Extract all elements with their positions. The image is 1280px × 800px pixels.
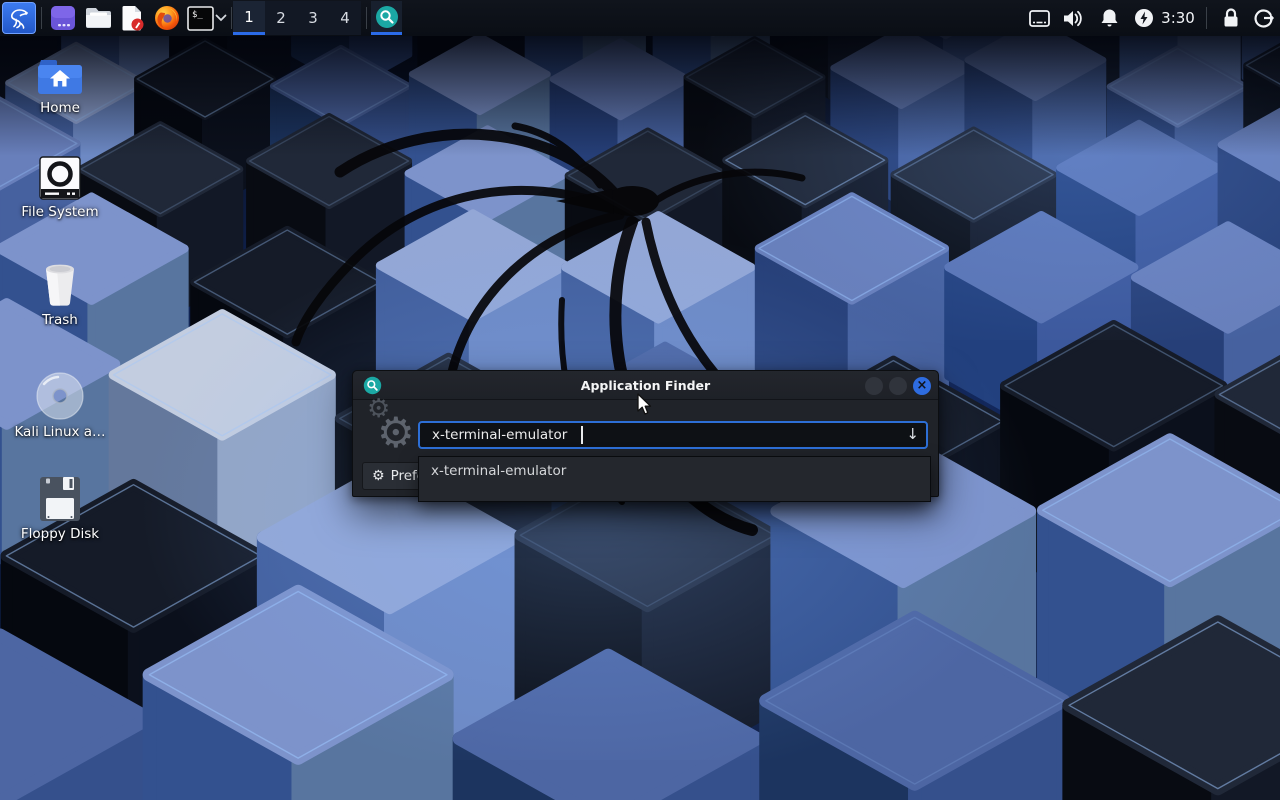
panel-separator — [1206, 7, 1207, 29]
file-manager-launcher[interactable] — [83, 0, 113, 36]
logout-icon — [1254, 8, 1274, 28]
volume-item[interactable] — [1060, 0, 1086, 36]
power-manager-item[interactable] — [1131, 0, 1157, 36]
minimize-button[interactable] — [865, 377, 883, 395]
window-title: Application Finder — [353, 378, 938, 393]
chevron-down-icon — [215, 14, 227, 22]
terminal-launcher[interactable]: $_ — [186, 0, 214, 36]
search-icon — [375, 5, 399, 29]
logout-button[interactable] — [1250, 0, 1278, 36]
lock-screen-button[interactable] — [1218, 0, 1244, 36]
power-icon — [1134, 8, 1154, 28]
bell-icon — [1100, 8, 1119, 28]
desktop: $_ 1 2 3 4 — [0, 0, 1280, 800]
terminal-icon: $_ — [187, 6, 214, 31]
desktop-icon-label: Home — [12, 100, 108, 116]
application-finder-window: Application Finder × ⚙ ⚙ ↓ x-terminal-em… — [352, 370, 939, 497]
desktop-icon-label: Trash — [12, 312, 108, 328]
search-results-dropdown: x-terminal-emulator — [418, 456, 931, 502]
desktop-icon-file-system[interactable]: File System — [12, 156, 108, 220]
terminal-dropdown-toggle[interactable] — [213, 0, 229, 36]
desktop-icon-floppy-disk[interactable]: Floppy Disk — [12, 476, 108, 542]
desktop-icon-label: Kali Linux a… — [12, 424, 108, 440]
floppy-disk-icon — [12, 476, 108, 522]
firefox-icon — [154, 5, 180, 31]
trash-bin-icon — [12, 262, 108, 308]
panel-separator — [366, 7, 367, 29]
desktop-icon-home[interactable]: Home — [12, 58, 108, 116]
firefox-launcher[interactable] — [152, 0, 182, 36]
top-panel: $_ 1 2 3 4 — [0, 0, 1280, 36]
result-item[interactable]: x-terminal-emulator — [419, 457, 930, 485]
panel-separator — [41, 7, 42, 29]
lock-icon — [1222, 8, 1240, 28]
desktop-icon-label: Floppy Disk — [12, 526, 108, 542]
maximize-button[interactable] — [889, 377, 907, 395]
svg-text:$_: $_ — [192, 10, 203, 20]
document-edit-icon — [121, 5, 145, 31]
clock[interactable]: 3:30 — [1158, 0, 1198, 36]
combo-dropdown-arrow[interactable]: ↓ — [906, 425, 919, 443]
taskbar-application-finder-button[interactable] — [371, 1, 402, 35]
workspace-button-3[interactable]: 3 — [297, 1, 329, 35]
display-icon — [1029, 10, 1050, 27]
volume-icon — [1062, 9, 1084, 28]
search-input[interactable] — [418, 421, 928, 449]
text-editor-launcher[interactable] — [118, 0, 148, 36]
window-apps-launcher[interactable] — [48, 0, 78, 36]
text-caret — [581, 426, 583, 444]
close-button[interactable]: × — [913, 377, 931, 395]
mouse-cursor — [637, 393, 657, 421]
notifications-item[interactable] — [1096, 0, 1122, 36]
desktop-icon-label: File System — [12, 204, 108, 220]
kali-dragon-icon — [7, 6, 31, 30]
workspace-button-1[interactable]: 1 — [233, 1, 265, 35]
tray-display-item[interactable] — [1026, 0, 1052, 36]
gears-icon: ⚙ ⚙ — [361, 396, 415, 458]
hard-drive-icon — [12, 156, 108, 200]
home-folder-icon — [12, 58, 108, 96]
optical-disc-icon — [12, 372, 108, 420]
kali-menu-button[interactable] — [2, 2, 36, 34]
workspace-button-2[interactable]: 2 — [265, 1, 297, 35]
desktop-icon-kali-cdrom[interactable]: Kali Linux a… — [12, 372, 108, 440]
window-apps-icon — [50, 5, 76, 31]
folder-icon — [85, 6, 112, 30]
panel-separator — [231, 7, 232, 29]
workspace-button-4[interactable]: 4 — [329, 1, 361, 35]
gear-icon: ⚙ — [372, 468, 385, 484]
desktop-icon-trash[interactable]: Trash — [12, 262, 108, 328]
